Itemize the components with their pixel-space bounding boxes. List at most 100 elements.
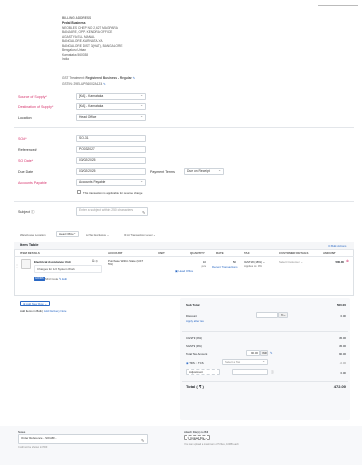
discount-apply-link[interactable]: Apply after tax [186,319,204,323]
total-tax-input[interactable]: 90.00 [246,350,260,356]
notes-hint: It will not be shown in PDF [18,446,48,449]
bulk-add-link[interactable]: Add Items in Bulk [20,309,42,313]
subject-label: Subject ⓘ [18,210,35,215]
tax-toggle[interactable]: ⊟ Tax Exclusive ⌄ [86,233,109,237]
accounts-payable-label: Accounts Payable [18,181,47,185]
tax-select-value: IGST18 (18%) [244,259,262,264]
bulk-actions-link[interactable]: ⊙ Bulk Actions [328,244,346,248]
item-amount: 500.00 [335,259,344,264]
discount-unit: % [281,313,284,317]
gst-treatment-label: GST Treatment: [62,76,85,80]
upload-file-label: Upload File [190,436,205,440]
discount-unit-select[interactable]: %⌄ [278,312,288,318]
sku-label: SKU Code [45,277,59,281]
adjustment-label-input[interactable]: Adjustment [186,369,220,375]
due-date-input[interactable]: 03/02/2025 [76,168,146,175]
col-account: ACCOUNT [108,251,123,255]
sub-total-label: Sub Total [186,303,200,307]
item-description[interactable]: Charges for 1/2 System Work [34,265,102,273]
top-divider [318,5,358,6]
adjustment-value: 0.00 [340,371,346,375]
tcs-label: TCS [198,361,204,365]
recent-transactions-link[interactable]: Recent Transactions [212,265,238,269]
sgst-value: 45.00 [339,343,346,348]
source-of-supply-select[interactable]: [KA] - Karnataka [76,93,146,100]
divider [14,127,354,128]
edit-gst-icon[interactable]: ✎ [133,76,136,80]
tax-select[interactable]: IGST18 (18%) ⌄ [244,260,265,264]
total-tax-value: 90.00 [339,352,346,356]
col-quantity: QUANTITY [190,251,205,255]
upload-file-button[interactable]: ⇪ Upload File ⌄ [184,435,211,440]
col-rate: RATE [216,251,224,255]
edit-icon: ✎ [59,277,62,281]
divider [182,381,348,382]
item-image-placeholder[interactable] [21,259,31,269]
transaction-level-label: At Transaction Level [126,233,153,237]
item-copy-icon[interactable]: ⧉ ⊗ [92,259,98,263]
tds-tcs-toggle: ◉ TDS ○ TCS [186,361,204,365]
edit-gstin-icon[interactable]: ✎ [103,82,106,86]
rate-input[interactable]: 50 [214,260,236,264]
item-type-badge: GOODS [34,276,45,281]
account-select[interactable]: Purchase Within State (GST 5%) [108,259,148,267]
quantity-unit: pcs [201,264,206,268]
warehouse-location-label: Warehouse Location [20,233,46,237]
quantity-input[interactable]: 10 [186,260,206,264]
tds-value: -0.00 [339,361,346,365]
payment-terms-select[interactable]: Due on Receipt [184,168,224,175]
adjustment-input[interactable] [232,369,268,375]
tax-icon: ⊟ [86,233,89,237]
discount-level-toggle[interactable]: ⊛ At Transaction Level ⌄ [124,233,155,237]
edit-tax-icon[interactable]: ✎ [270,351,272,355]
tds-tax-select[interactable]: Select a Tax [222,359,268,365]
delete-row-icon[interactable]: ⊗ [346,259,349,263]
item-name[interactable]: Electrical Assistance Unit [34,260,71,264]
tax-exclusive-label: Tax Exclusive [89,233,107,237]
delivery-note-link[interactable]: Add Delivery Note [44,309,67,313]
subject-label-text: Subject [18,210,30,214]
order-date-input[interactable]: 03/02/2025 [76,157,146,164]
due-date-label: Due Date [18,170,34,174]
gstin-value: 29ELUPS6002A1Z4 [73,81,103,86]
discount-input[interactable] [256,312,278,318]
customer-select[interactable]: Select Customer ⌄ [279,260,303,264]
upload-icon: ⇪ [187,436,190,440]
col-unit: UNIT [158,251,165,255]
info-icon: ⓘ [31,210,35,214]
divider [182,331,348,332]
billing-heading: BILLING ADDRESS [62,16,92,20]
col-customer-details: CUSTOMER DETAILS [279,251,309,255]
bulk-actions-label: Bulk Actions [331,243,347,248]
edit-icon: ✎ [142,210,146,215]
item-table-title: Item Table [20,243,39,247]
order-date-label: SO Date* [18,159,34,163]
add-new-row-button[interactable]: ⊕ Add New Row ⌄ [20,300,50,306]
sales-order-input[interactable]: SO-31 [76,135,146,142]
reverse-charge-checkbox[interactable] [77,190,81,194]
accounts-payable-select[interactable]: Accounts Payable [76,179,146,186]
source-of-supply-label: Source of Supply* [18,95,47,99]
cgst-label: CGST9 (9%) [186,336,203,340]
add-new-row-label: Add New Row [25,301,44,306]
gstin-label: GSTIN: [62,81,73,86]
notes-textarea[interactable]: Order Reference - SO/AB/... [18,434,148,444]
location-select[interactable]: Head Office [76,114,146,121]
sales-order-label: SO#* [18,137,27,141]
drag-handle-icon[interactable]: ⋮ [15,263,19,268]
divider [14,249,354,250]
attach-label: Attach File(s) to Bill [184,430,209,434]
sku-edit-link[interactable]: Edit [62,277,67,281]
attach-hint: You can upload a maximum of 5 files, 10M… [184,442,239,446]
gst-treatment-value: Registered Business - Regular [85,76,132,80]
subject-textarea[interactable]: Enter a subject within 250 characters [76,207,148,216]
tax-applies: Applies to: 0% [244,264,262,268]
destination-of-supply-select[interactable]: [KA] - Karnataka [76,103,146,110]
stock-location-label: Head Office [178,268,194,273]
gst-treatment: GST Treatment: Registered Business - Reg… [62,76,135,80]
warehouse-location-select[interactable]: Head Office [56,231,79,237]
stock-location[interactable]: ▣ Head Office [175,269,193,273]
reference-input[interactable]: PO032027 [76,146,146,153]
tds-label: TDS [189,361,195,365]
item-table-titlebar [14,242,354,249]
